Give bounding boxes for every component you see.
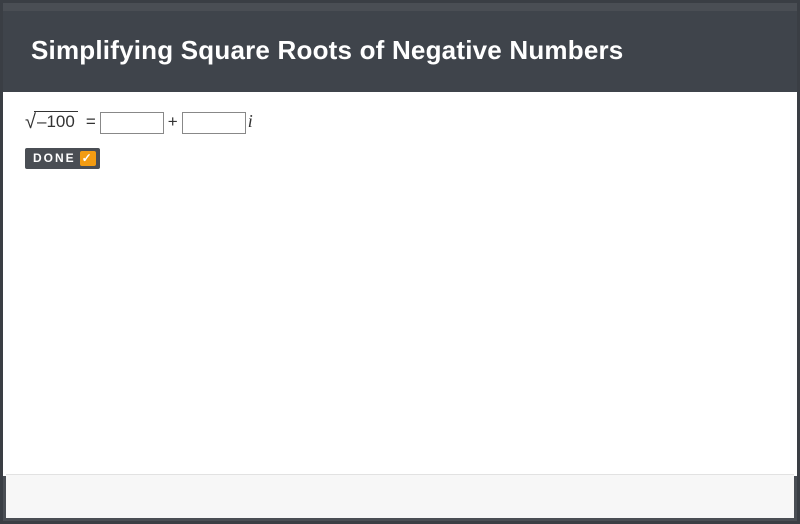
page-title: Simplifying Square Roots of Negative Num… bbox=[31, 35, 769, 66]
done-label: DONE bbox=[33, 151, 76, 165]
done-row: DONE ✓ bbox=[25, 148, 775, 169]
content-area: √ –100 = + i DONE ✓ bbox=[3, 92, 797, 476]
done-button[interactable]: DONE ✓ bbox=[25, 148, 100, 169]
equals-sign: = bbox=[86, 112, 96, 132]
check-icon: ✓ bbox=[80, 151, 96, 166]
header: Simplifying Square Roots of Negative Num… bbox=[3, 11, 797, 92]
plus-sign: + bbox=[168, 112, 178, 132]
imaginary-part-input[interactable] bbox=[182, 112, 246, 134]
imaginary-unit: i bbox=[248, 111, 253, 132]
radical-sign: √ bbox=[25, 111, 36, 134]
exercise-frame: Simplifying Square Roots of Negative Num… bbox=[0, 0, 800, 524]
footer-strip bbox=[6, 474, 794, 518]
real-part-input[interactable] bbox=[100, 112, 164, 134]
radicand-value: –100 bbox=[34, 111, 78, 132]
sqrt-expression: √ –100 bbox=[25, 110, 78, 133]
top-bar bbox=[3, 3, 797, 11]
equation-row: √ –100 = + i bbox=[25, 110, 775, 134]
